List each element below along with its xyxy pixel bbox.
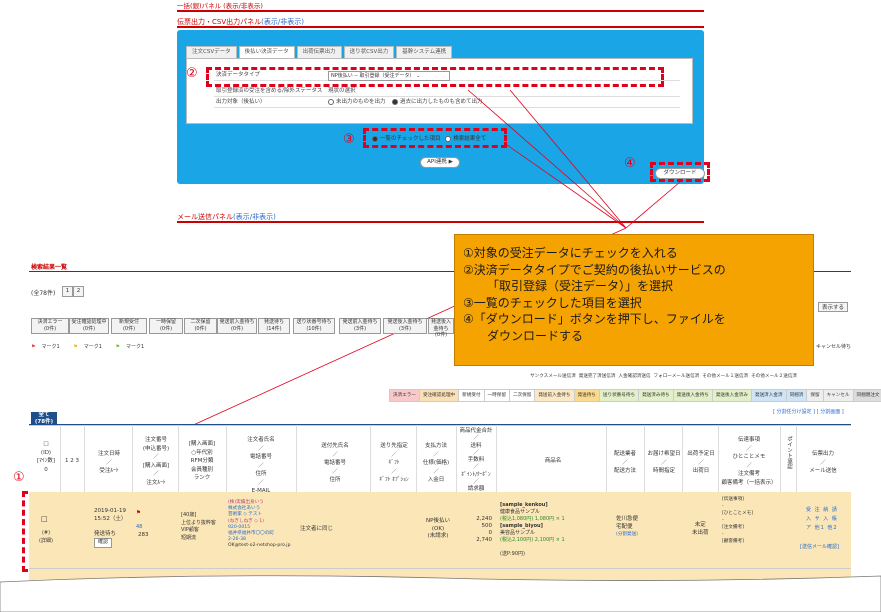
color-chip: 二次保留 [508, 389, 536, 402]
color-chip: キャンセル [822, 389, 854, 402]
col-rank: [購入画面] ○年代別 RFM分類 会員種別 ランク [188, 441, 216, 481]
color-chip: 同梱済 [785, 389, 808, 402]
mail-legend-item: サンクスメール送信済 [530, 374, 576, 379]
mail-legend: サンクスメール送信済 発送完了済送信済 入金確認済送信 フォローメール送信済 そ… [530, 373, 850, 379]
row-items[interactable]: [sample_kenkou] 健康食品サンプル (税込1,080円) 1,080円… [500, 502, 565, 558]
col-carrier: 配送業者／配送方法 [613, 451, 636, 474]
col-ship-date: 出荷予定日／出荷日 [687, 451, 715, 474]
status-chip[interactable]: 発送後入金待ち (0件) [428, 318, 454, 338]
paper-edge [0, 575, 881, 612]
color-chip: 発送前入金待ち [534, 389, 575, 402]
row-payment: NP後払い (OK) (未請求) [426, 518, 450, 539]
status-chip[interactable]: 決済エラー (0件) [31, 318, 69, 334]
split-links[interactable]: [ 分割任分け設定 ] [ 分割画面 ] [773, 408, 844, 415]
table-header-label: [ﾏｲﾝ数] [36, 458, 56, 464]
display-button[interactable]: 表示する [818, 302, 849, 312]
col-item-name[interactable]: 商品名 [500, 457, 606, 466]
row-date: 2019-01-19 15:52（土） 発送待ち 確認 [94, 508, 130, 548]
callout-line: ①対象の受注データにチェックを入れる [463, 246, 678, 260]
col-point: ポイント承認 [786, 436, 792, 469]
col-payment: 支払方法／仕様(価格) ／入金日 [422, 443, 450, 483]
mark-3-legend: ⚑ マーク1 [115, 344, 145, 350]
mail-legend-item: その他メール１送信済 [702, 374, 749, 379]
row-ship-to: 注文者に同じ [300, 526, 334, 532]
status-chip[interactable]: 発送後入金待ち (3件) [383, 318, 427, 334]
cancel-wait-legend: キャンセル待ち [816, 344, 852, 350]
color-chip: 受注確認処理中 [418, 389, 460, 402]
row-ship-date: 未定 未出荷 [692, 522, 709, 536]
status-color-strip: 決済エラー 受注確認処理中 新規受付 一時保留 二次保留 発送前入金待ち 発送待ち 送り状番号… [389, 389, 881, 402]
row-customer[interactable]: (株)実績出身いう 株式会社あいう 芸術家 ◇ テスト (ねぎしねぎ ◇ 1) 920-… [228, 500, 291, 550]
flag-icon: ⚑ [115, 344, 121, 350]
mail-legend-item: 発送完了済送信済 [578, 374, 616, 379]
col-mark: 1 2 3 [65, 458, 79, 464]
status-chip[interactable]: 新規受付 (0件) [111, 318, 147, 334]
col-id: □ (ID) [ﾏｲﾝ数] 0 [36, 441, 56, 473]
col-ship-to: 送付先氏名／電話番号／住所 [321, 443, 349, 483]
mail-legend-item: フォローメール送信済 [653, 374, 700, 379]
callout-line: ③一覧のチェックした項目を選択 [463, 295, 642, 310]
callout-line: ④「ダウンロード」ボタンを押下し、ファイルを [463, 312, 726, 326]
confirm-button[interactable]: 確認 [94, 538, 113, 548]
row-order-no-link[interactable]: 48 [136, 524, 142, 532]
color-chip: 発送待ち [573, 389, 600, 402]
instruction-callout: ①対象の受注データにチェックを入れる ②決済データタイプでご契約の後払いサービス… [454, 234, 814, 366]
mark-2-legend: ⚑ マーク1 [73, 344, 102, 350]
color-chip: 発送済入金済 [750, 389, 787, 402]
row-rank: [40歳] 上位より抜粋客 VIP顧客 短期流 [181, 512, 216, 541]
list-count: (全78件) [31, 290, 56, 297]
mail-legend-item: その他メール２送信済 [751, 374, 798, 379]
color-chip: 保留 [806, 389, 824, 402]
row-memo: [伝送事項] - [ひとことメモ] - [注文備考] - [顧客備考] [722, 497, 754, 544]
mail-check-link[interactable]: [送信メール確認] [800, 544, 839, 552]
col-date: 注文日時／受注ﾙｰﾄ [97, 451, 120, 474]
header-checkbox[interactable]: □ [43, 441, 48, 447]
row-id[interactable]: (#) (詳細) [36, 530, 56, 545]
col-order-no: 注文番号 (申込番号) ／ [購入画面] ／注文ﾙｰﾄ [142, 437, 170, 486]
color-chip: 決済エラー [389, 389, 420, 402]
col-customer: 注文者氏名／電話番号／住所／ E-MAIL [247, 437, 275, 494]
status-chip[interactable]: 発送前入金待ち (0件) [217, 318, 257, 334]
callout-line: ②決済データタイプでご契約の後払いサービスの [463, 262, 726, 277]
list-title: 検索結果一覧 [31, 264, 68, 271]
color-chip: 発送後入金待ち [672, 389, 713, 402]
status-chip[interactable]: 送り状番号待ち (10件) [293, 318, 335, 334]
row-amounts: 2,240 500 0 2,740 [476, 516, 492, 543]
status-chip[interactable]: 受注確認処理中 (0件) [69, 318, 109, 334]
col-gift: 送り先指定／ｷﾞﾌﾄ／ｷﾞﾌﾄ ｵﾌﾟｼｮﾝ [379, 443, 409, 483]
color-chip: 新規受付 [458, 389, 485, 402]
status-chip[interactable]: 発送前入金待ち (3件) [339, 318, 381, 334]
row-print-buttons[interactable]: 受 注 納 請 入 サ 入 帳 ア 他1 他2 [806, 506, 850, 533]
status-chip[interactable]: 発送待ち (14件) [258, 318, 290, 334]
flag-icon: ⚑ [136, 510, 141, 516]
color-chip: 発送後入金済み [711, 389, 752, 402]
status-chip[interactable]: 二次保留 (0件) [184, 318, 217, 334]
col-memo: 伝達事項／ひとことメモ／注文備考 顧客備考（一括表示） [721, 437, 777, 486]
color-chip: 送り状番号待ち [598, 389, 640, 402]
callout-line: 「取引登録（受注データ）」を選択 [487, 279, 674, 293]
page-2[interactable]: 2 [73, 286, 84, 297]
col-print: 伝票出力／メール送信 [809, 451, 837, 474]
mail-legend-item: 入金確認済送信 [618, 374, 651, 379]
color-chip: 発送済み待ち [638, 389, 674, 402]
mark-1-legend: ⚑ マーク1 [31, 344, 60, 350]
col-amount: 商品代金合計／送料／手数料／ﾎﾟｲﾝﾄ/ｸｰﾎﾟﾝ／請求額 [459, 428, 493, 493]
row-order-no[interactable]: ⚑ [136, 510, 141, 518]
mark-legend: ⚑ マーク1 ⚑ マーク1 ⚑ マーク1 [31, 343, 156, 350]
row-order-no2: 283 [138, 532, 149, 538]
color-chip: 一時保留 [483, 389, 510, 402]
color-chip: 同梱親注文 [852, 389, 881, 402]
row-carrier: 佐川急便 宅配便 (分割発送) [616, 516, 639, 537]
flag-icon: ⚑ [73, 344, 78, 350]
page-1[interactable]: 1 [62, 286, 73, 297]
status-chip[interactable]: 一時保留 (0件) [149, 318, 183, 334]
callout-line: ダウンロードする [487, 328, 584, 343]
col-delivery-date: お届け希望日／時間指定 [647, 451, 681, 474]
flag-icon: ⚑ [31, 344, 36, 350]
row-checkbox[interactable]: □ [41, 515, 48, 524]
